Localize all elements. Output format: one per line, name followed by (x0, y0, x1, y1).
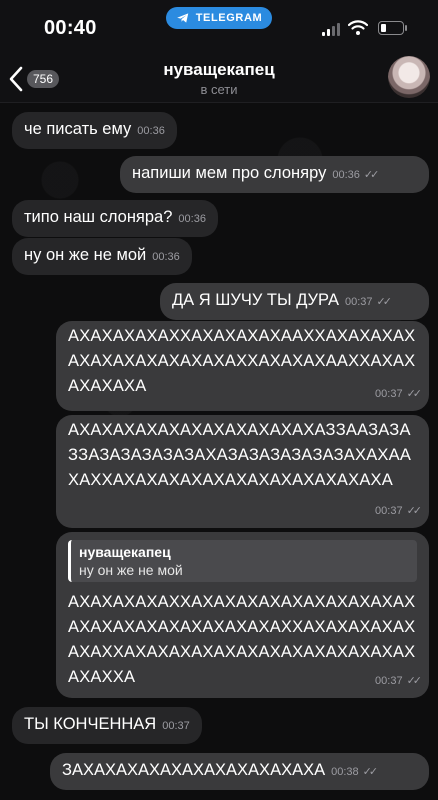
avatar[interactable] (388, 56, 430, 98)
message-time: 00:37 (375, 675, 403, 687)
status-bar: 00:40 TELEGRAM (0, 0, 438, 56)
message-incoming[interactable]: ТЫ КОНЧЕННАЯ 00:37 (12, 707, 202, 744)
telegram-plane-icon (176, 13, 188, 23)
read-checkmarks-icon: ✓✓ (406, 388, 423, 400)
message-text: ну он же не мой (24, 246, 147, 264)
message-incoming[interactable]: ну он же не мой 00:36 (12, 238, 192, 275)
chat-title[interactable]: нуващекапец (0, 60, 438, 80)
message-text: АХАХАХАХАХХАХАХАХАХААХХАХАХАХАХАХАХАХАХА… (68, 327, 416, 395)
message-time: 00:37 (375, 388, 403, 400)
message-text: АХАХАХАХАХХАХАХАХАХАХАХАХАХАХАХАХАХАХАХА… (68, 593, 416, 686)
telegram-pill-label: TELEGRAM (195, 12, 263, 24)
message-time: 00:38 (331, 766, 359, 778)
message-text: ЗАХАХАХАХАХАХАХАХАХАХАХА (62, 761, 326, 779)
message-outgoing-reply[interactable]: нуващекапец ну он же не мой АХАХАХАХАХХА… (56, 532, 429, 698)
reply-author: нуващекапец (79, 544, 171, 560)
read-checkmarks-icon: ✓✓ (363, 169, 380, 181)
message-time: 00:36 (137, 125, 165, 137)
message-time: 00:36 (332, 169, 360, 181)
message-text: че писать ему (24, 120, 132, 138)
message-outgoing[interactable]: напиши мем про слоняру 00:36 ✓✓ (120, 156, 429, 193)
message-time: 00:37 (162, 720, 190, 732)
message-text: АХАХАХАХАХАХАХАХАХАХАХАЗЗААЗАЗАЗЗАЗАЗАЗА… (68, 421, 412, 489)
message-incoming[interactable]: че писать ему 00:36 (12, 112, 177, 149)
read-checkmarks-icon: ✓✓ (376, 296, 392, 308)
status-time: 00:40 (44, 17, 97, 39)
chat-header: 756 нуващекапец в сети (0, 56, 438, 103)
message-incoming[interactable]: типо наш слоняра? 00:36 (12, 200, 218, 237)
message-outgoing[interactable]: ЗАХАХАХАХАХАХАХАХАХАХАХА 00:38 ✓✓ (50, 753, 429, 790)
cellular-signal-icon (322, 22, 340, 36)
message-time: 00:36 (178, 213, 206, 225)
read-checkmarks-icon: ✓✓ (406, 505, 423, 517)
chat-status: в сети (200, 82, 238, 97)
telegram-return-pill[interactable]: TELEGRAM (166, 7, 272, 29)
message-outgoing[interactable]: АХАХАХАХАХАХАХАХАХАХАХАЗЗААЗАЗАЗЗАЗАЗАЗА… (56, 415, 429, 528)
read-checkmarks-icon: ✓✓ (362, 766, 379, 778)
reply-text: ну он же не мой (79, 562, 183, 578)
wifi-icon (348, 20, 368, 35)
message-time: 00:37 (344, 296, 373, 308)
message-outgoing[interactable]: АХАХАХАХАХХАХАХАХАХААХХАХАХАХАХАХАХАХАХА… (56, 321, 429, 411)
message-outgoing[interactable]: ДА Я ШУЧУ ТЫ ДУРА 00:37 ✓✓ (160, 283, 429, 320)
message-text: напиши мем про слоняру (132, 164, 327, 182)
reply-quote[interactable]: нуващекапец ну он же не мой (68, 540, 417, 582)
battery-icon (378, 21, 407, 35)
read-checkmarks-icon: ✓✓ (406, 675, 423, 687)
message-time: 00:37 (375, 505, 403, 517)
message-time: 00:36 (152, 251, 180, 263)
message-text: ДА Я ШУЧУ ТЫ ДУРА (172, 291, 339, 309)
message-text: типо наш слоняра? (24, 208, 173, 226)
message-text: ТЫ КОНЧЕННАЯ (24, 715, 157, 733)
